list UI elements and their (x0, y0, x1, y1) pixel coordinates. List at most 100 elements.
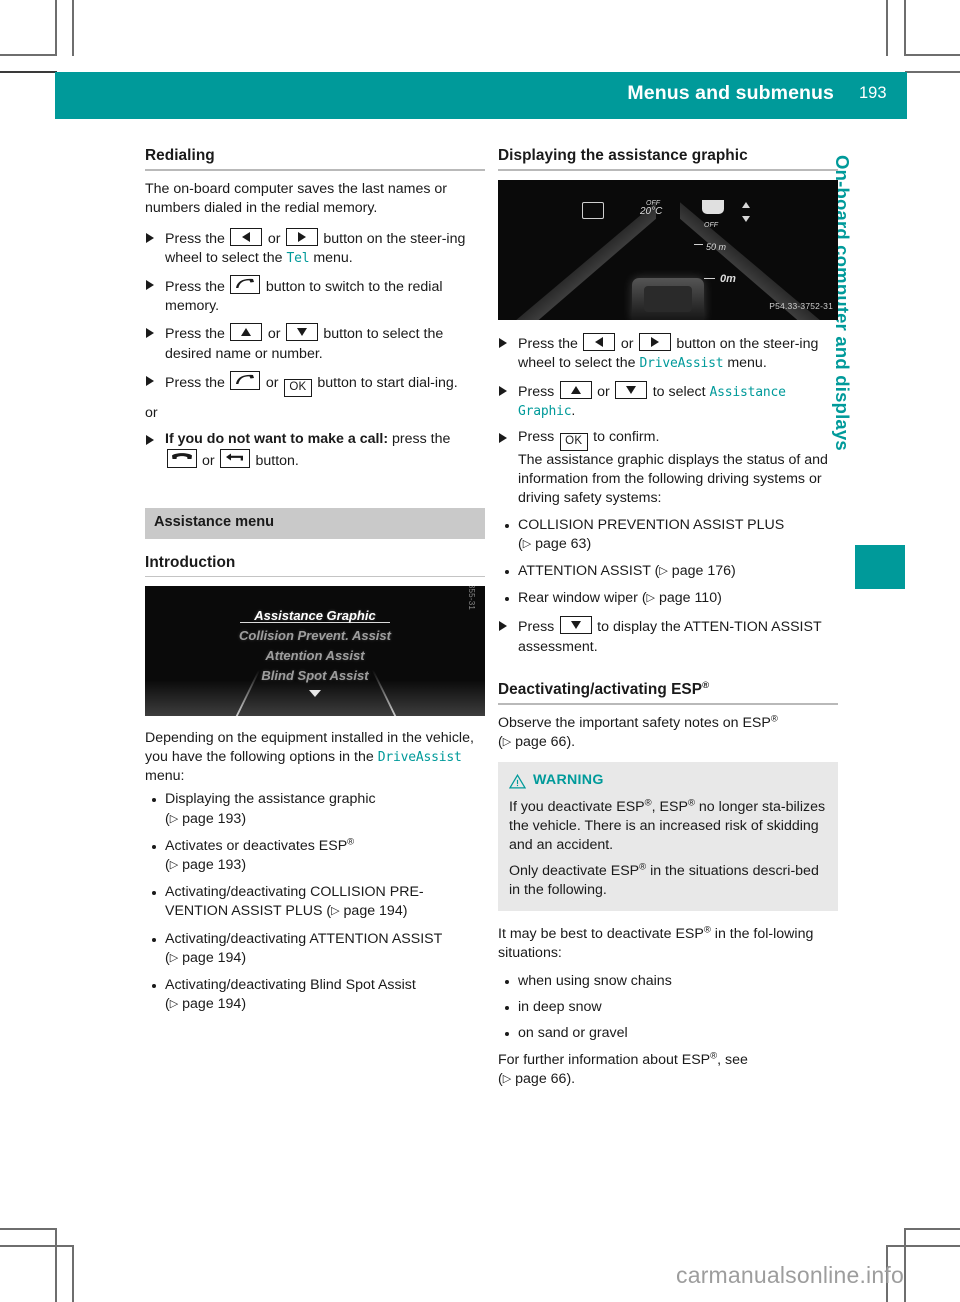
figure-label-distance-far: 50 m (706, 242, 727, 253)
step-note: The assistance graphic displays the stat… (518, 452, 828, 507)
step-text-tail: . (571, 402, 576, 419)
page-reference: (▷ page 193) (165, 857, 247, 874)
step-text-post: to select (652, 383, 706, 400)
crop-mark-bottom-right-vertical-outer (904, 1228, 906, 1302)
reference-page-number: 194 (217, 996, 242, 1013)
figure-menu-item-2: Attention Assist (265, 647, 365, 663)
reference-arrow-icon: ▷ (169, 859, 179, 872)
esp-best-situations-intro: It may be best to deactivate ESP® in the… (498, 923, 814, 961)
back-arrow-key-icon (220, 449, 251, 469)
up-arrow-key-icon (559, 380, 592, 399)
down-arrow-key-icon (615, 380, 648, 399)
reference-page-number: 66 (550, 1070, 567, 1087)
reference-arrow-icon: ▷ (169, 951, 179, 964)
crop-mark-bottom-left-vertical-outer (55, 1228, 57, 1302)
up-arrow-key-icon (230, 323, 263, 342)
reference-arrow-icon: ▷ (331, 905, 340, 918)
figure-reference-code: P54.33-4355-31 (462, 586, 481, 610)
step-bold-lead: If you do not want to make a call: (165, 431, 389, 448)
subheading-rule (145, 575, 485, 577)
wiper-up-icon (742, 202, 750, 209)
situation-text: in deep snow (518, 999, 602, 1016)
list-item: Activates or deactivates ESP® (▷ page 19… (145, 837, 485, 876)
step-display-attention-assist: Press to display the ATTEN-TION ASSIST a… (498, 616, 838, 656)
page-reference: (▷ page 193) (165, 810, 247, 827)
distance-tick-far (694, 244, 703, 246)
redialing-intro: The on-board computer saves the last nam… (145, 181, 448, 217)
crop-mark-top-right-vertical-inner (904, 0, 906, 56)
right-heading-esp: Deactivating/activating ESP® (498, 679, 710, 698)
figure-assistance-menu-screen: Assistance Graphic Collision Prevent. As… (145, 585, 485, 716)
registered-mark: ® (347, 836, 355, 848)
step-text-pre: Press the (165, 326, 225, 343)
registered-mark: ® (702, 679, 710, 691)
page-reference: (▷ page 194) (165, 996, 247, 1013)
left-subheading-introduction: Introduction (145, 553, 236, 571)
crop-mark-top-left-vertical-outer (55, 0, 57, 56)
heading-rule (498, 703, 838, 706)
system-text: ATTENTION ASSIST (518, 563, 651, 580)
warning-triangle-icon (509, 773, 526, 789)
left-column: Redialing The on-board computer saves th… (145, 146, 485, 1022)
phone-receiver-key-icon (230, 275, 261, 295)
figure-label-temperature: 20°C (640, 206, 663, 218)
crop-mark-top-left-horizontal-inner (0, 71, 57, 73)
page-header-bar: Menus and submenus (55, 72, 847, 119)
reference-page-number: 66 (550, 734, 567, 751)
reference-page-number: 194 (217, 949, 242, 966)
section-band-assistance-menu: Assistance menu (145, 508, 485, 539)
step-text-post: button to start dial-ing. (317, 374, 458, 391)
reference-arrow-icon: ▷ (169, 998, 179, 1011)
crop-mark-bottom-right-horizontal-inner (886, 1245, 960, 1247)
page-reference: (▷ page 176) (654, 563, 736, 580)
figure-menu-item-3: Blind Spot Assist (261, 667, 369, 683)
page-number-box: 193 (847, 72, 907, 119)
step-text-pre: Press the (518, 336, 578, 353)
situation-text: on sand or gravel (518, 1025, 628, 1042)
step-text-mid: or (597, 383, 610, 400)
step-select-name-number: Press the or button to select the desire… (145, 323, 485, 363)
warning-paragraph-2: Only deactivate ESP® in the situations d… (509, 861, 819, 899)
vehicle-roof (644, 286, 692, 313)
right-column: Displaying the assistance graphic OFF 20… (498, 146, 838, 1099)
page-reference: (▷ page 110) (641, 590, 722, 607)
step-text-pre: Press the (165, 230, 225, 247)
situation-text: when using snow chains (518, 973, 672, 990)
figure-menu-item-1: Collision Prevent. Assist (239, 627, 391, 643)
list-item: on sand or gravel (498, 1024, 838, 1043)
step-text-pre: Press (518, 429, 555, 446)
registered-mark: ® (770, 713, 778, 725)
reference-arrow-icon: ▷ (502, 1072, 512, 1085)
warning-box: WARNING If you deactivate ESP®, ESP® no … (498, 762, 838, 911)
option-text: Activates or deactivates ESP® (165, 836, 355, 854)
phone-hangup-key-icon (166, 449, 197, 469)
page-title: Menus and submenus (627, 82, 834, 104)
phone-receiver-key-icon (230, 370, 261, 390)
page-reference: (▷ page 66). (498, 734, 576, 751)
step-text-mid: or (620, 336, 634, 353)
step-cancel-call: If you do not want to make a call: press… (145, 430, 485, 471)
registered-mark: ® (687, 796, 695, 808)
reference-page-number: 193 (217, 810, 242, 827)
option-text: Displaying the assistance graphic (165, 791, 376, 808)
left-heading-redialing: Redialing (145, 147, 215, 164)
reference-arrow-icon: ▷ (169, 812, 179, 825)
page-reference: (▷ page 194) (326, 903, 408, 920)
step-text-mid: or (267, 326, 281, 343)
wiper-down-icon (742, 216, 750, 223)
right-arrow-key-icon (285, 227, 318, 246)
ok-key-icon: OK (559, 433, 588, 452)
driveassist-options-intro: Depending on the equipment installed in … (145, 729, 485, 787)
step-start-dialing: Press the or OK button to start dial-ing… (145, 370, 485, 397)
chapter-tab-marker (855, 545, 905, 589)
crop-mark-top-right-horizontal-inner (905, 71, 960, 73)
crop-mark-bottom-left-horizontal-outer (0, 1228, 57, 1230)
down-arrow-key-icon (285, 323, 318, 342)
reference-page-number: 110 (694, 590, 718, 607)
step-confirm: Press OK to confirm. The assistance grap… (498, 428, 838, 509)
list-item: Activating/deactivating COLLISION PRE-VE… (145, 883, 485, 922)
ok-key-icon: OK (283, 378, 312, 397)
figure-assistance-graphic-screen: OFF 20°C OFF 50 m 0m P54.33-3752-31 (498, 180, 838, 321)
registered-mark: ® (644, 796, 652, 808)
display-symbol-icon (582, 202, 604, 220)
